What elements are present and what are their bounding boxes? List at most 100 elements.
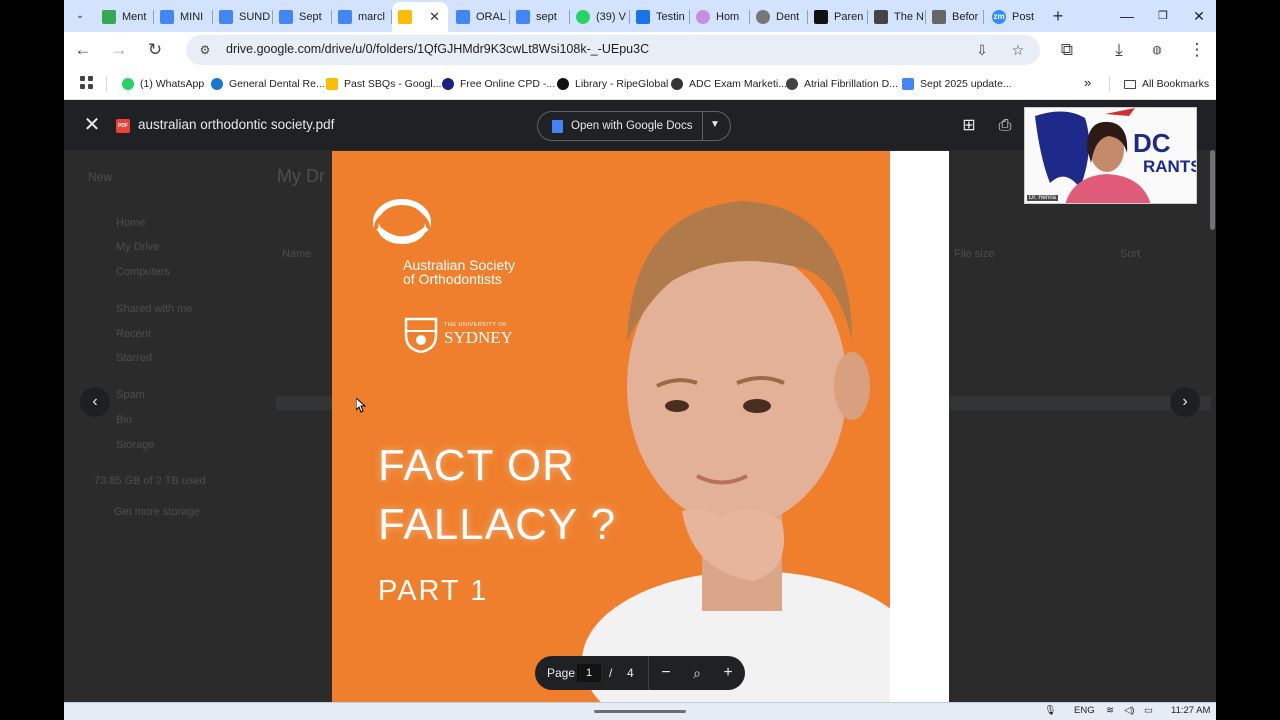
nav-computers: Computers — [116, 266, 170, 278]
pdf-page[interactable]: Australian Society of Orthodontists THE … — [332, 151, 949, 702]
zoom-out-button[interactable]: − — [655, 662, 677, 684]
bookmark-past-sbqs[interactable]: Past SBQs - Googl... — [326, 76, 441, 92]
mouse-cursor-icon — [356, 398, 366, 413]
docs-icon — [456, 10, 470, 24]
forward-button[interactable]: → — [106, 37, 132, 63]
tab-label: marcl — [358, 11, 385, 23]
bookmark-star-icon[interactable]: ☆ — [1008, 40, 1028, 60]
zoom-in-button[interactable]: + — [717, 662, 739, 684]
tab-sept[interactable]: Sept — [273, 4, 332, 30]
tab-label: Paren — [834, 11, 864, 23]
microphone-icon[interactable]: 🎙 — [1044, 705, 1056, 716]
bookmark-atrial-fibrillation[interactable]: Atrial Fibrillation D... — [786, 76, 898, 92]
logo-text-top: DC — [1133, 128, 1171, 158]
previous-file-button[interactable]: ‹ — [80, 387, 110, 417]
profile-icon[interactable]: ◍ — [1144, 37, 1170, 63]
tab-home[interactable]: Hom — [690, 4, 750, 30]
bookmark-free-cpd[interactable]: Free Online CPD -... — [442, 76, 555, 92]
docs-icon — [160, 10, 174, 24]
bookmark-whatsapp[interactable]: (1) WhatsApp — [122, 76, 204, 92]
tab-testing[interactable]: Testin — [630, 4, 690, 30]
close-tab-icon[interactable]: ✕ — [429, 9, 440, 25]
dental-site-icon — [211, 78, 223, 90]
extensions-icon[interactable]: ⧉ — [1054, 37, 1080, 63]
open-with-button[interactable]: Open with Google Docs ▼ — [537, 111, 731, 141]
more-bookmarks-button[interactable]: » — [1084, 74, 1091, 90]
next-file-button[interactable]: › — [1170, 387, 1200, 417]
apps-grid-icon[interactable] — [80, 76, 94, 90]
add-comment-icon[interactable]: ⊞ — [958, 115, 980, 137]
file-title: australian orthodontic society.pdf — [138, 117, 335, 132]
restore-button[interactable]: ❐ — [1148, 4, 1178, 28]
testing-icon — [636, 10, 650, 24]
minimize-button[interactable]: — — [1112, 4, 1142, 28]
tab-label: (39) V — [596, 11, 626, 23]
boy-photo — [582, 201, 890, 702]
column-size: File size — [954, 248, 995, 260]
society-name-line-1: Australian Society — [403, 257, 516, 273]
bookmark-label: Atrial Fibrillation D... — [804, 78, 898, 90]
get-storage: Get more storage — [114, 506, 200, 518]
tab-search-icon[interactable]: ⌄ — [70, 6, 90, 26]
bookmark-sept-2025[interactable]: Sept 2025 update... — [902, 76, 1012, 92]
tab-post[interactable]: zm Post — [986, 4, 1044, 30]
drive-icon — [398, 10, 412, 24]
tab-parent[interactable]: Paren — [808, 4, 868, 30]
headline-line-1: FACT OR — [378, 441, 575, 490]
tab-label: ORAL — [476, 11, 506, 23]
site-icon — [874, 10, 888, 24]
tab-whatsapp[interactable]: (39) V — [570, 4, 630, 30]
all-bookmarks-button[interactable]: All Bookmarks — [1124, 76, 1209, 92]
back-button[interactable]: ← — [70, 37, 96, 63]
column-sort: Sort — [1120, 248, 1141, 260]
taskbar-handle[interactable] — [594, 710, 686, 713]
address-bar[interactable]: ⚙ drive.google.com/drive/u/0/folders/1Qf… — [186, 35, 1040, 65]
bookmarks-bar: (1) WhatsApp General Dental Re... Past S… — [64, 68, 1216, 100]
zoom-icon[interactable]: ⌕ — [686, 662, 708, 684]
chrome-menu-icon[interactable]: ⋮ — [1184, 37, 1210, 63]
column-name: Name — [282, 248, 312, 260]
bookmark-adc-exam[interactable]: ADC Exam Marketi... — [671, 76, 787, 92]
tab-the-n[interactable]: The N — [868, 4, 926, 30]
url-text[interactable]: drive.google.com/drive/u/0/folders/1QfGJ… — [226, 42, 649, 56]
whatsapp-icon — [122, 78, 134, 90]
tab-mini[interactable]: MINI — [154, 4, 213, 30]
presenter-video: DC RANTS — [1025, 108, 1196, 203]
reload-button[interactable]: ↻ — [142, 37, 168, 63]
clock[interactable]: 11:27 AM — [1171, 705, 1210, 716]
whatsapp-icon — [576, 10, 590, 24]
tab-label: Testin — [656, 11, 685, 23]
google-docs-icon — [552, 119, 563, 133]
current-page-input[interactable]: 1 — [577, 664, 601, 682]
aso-logo-icon — [373, 199, 431, 248]
bookmark-general-dental[interactable]: General Dental Re... — [211, 76, 325, 92]
site-info-icon[interactable]: ⚙ — [196, 41, 214, 59]
drive-heading: My Dr — [277, 166, 325, 186]
browser-window: ⌄ Ment MINI SUND Sept marcl ✕ ORAL sept … — [64, 0, 1216, 720]
nav-starred: Starred — [116, 352, 153, 364]
downloads-icon[interactable]: ⤓ — [1106, 37, 1132, 63]
docs-icon — [219, 10, 233, 24]
bookmark-library[interactable]: Library - RipeGlobal — [557, 76, 668, 92]
tab-dental[interactable]: Dent — [750, 4, 808, 30]
tab-before[interactable]: Befor — [926, 4, 984, 30]
tab-march[interactable]: marcl — [332, 4, 392, 30]
volume-icon[interactable]: ◁) — [1124, 705, 1134, 716]
install-app-icon[interactable]: ⇩ — [972, 40, 992, 60]
zoom-icon: zm — [992, 10, 1006, 24]
tab-mentor[interactable]: Ment — [96, 4, 154, 30]
close-window-button[interactable]: ✕ — [1184, 4, 1214, 28]
chevron-down-icon[interactable]: ▼ — [710, 119, 720, 130]
close-viewer-icon[interactable]: ✕ — [80, 113, 104, 137]
tab-sunday[interactable]: SUND — [213, 4, 273, 30]
bookmark-label: General Dental Re... — [229, 78, 325, 90]
language-indicator[interactable]: ENG — [1074, 705, 1095, 716]
wifi-icon[interactable]: ≋ — [1106, 705, 1114, 716]
tab-oral[interactable]: ORAL — [450, 4, 510, 30]
new-tab-button[interactable]: + — [1048, 6, 1068, 26]
tab-sept-2[interactable]: sept — [510, 4, 570, 30]
tab-drive-active[interactable]: ✕ — [392, 2, 448, 32]
print-icon[interactable]: ⎙ — [994, 115, 1016, 137]
battery-icon[interactable]: ▭ — [1144, 705, 1153, 716]
vertical-scrollbar[interactable] — [1208, 150, 1216, 702]
